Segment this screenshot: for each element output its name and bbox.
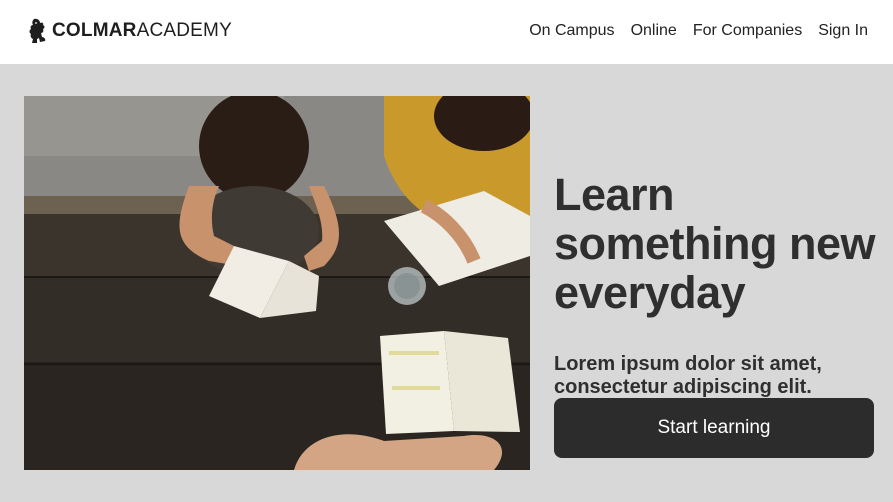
nav-for-companies[interactable]: For Companies [693,20,802,42]
brand-name-regular: ACADEMY [136,20,232,41]
nav-on-campus[interactable]: On Campus [529,20,614,42]
main-nav: On Campus Online For Companies Sign In [513,20,868,42]
nav-online[interactable]: Online [631,20,677,42]
students-studying-photo [24,96,530,470]
nav-sign-in[interactable]: Sign In [818,20,868,42]
site-header: COLMARACADEMY On Campus Online For Compa… [0,0,893,64]
lion-rampant-icon [29,18,46,43]
hero-subhead: Lorem ipsum dolor sit amet, consectetur … [554,353,822,398]
hero-photo [24,96,530,470]
brand-name-bold: COLMAR [52,20,137,41]
brand-logo[interactable]: COLMARACADEMY [28,16,232,46]
hero-headline: Learn something new everyday [554,169,876,319]
start-learning-button[interactable]: Start learning [554,398,874,458]
